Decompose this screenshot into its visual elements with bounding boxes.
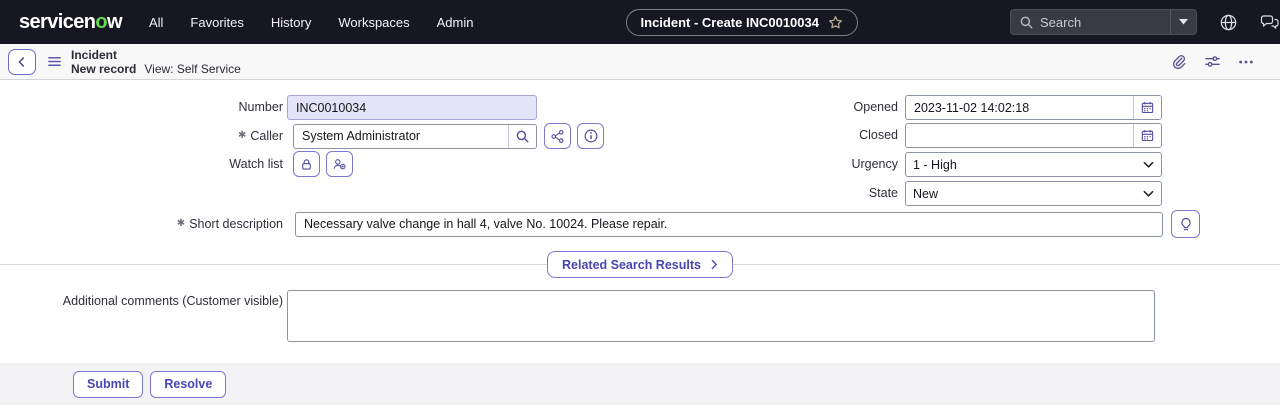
globe-icon[interactable] (1219, 13, 1238, 32)
form-context-menu-icon[interactable] (47, 54, 62, 69)
nav-item-all[interactable]: All (149, 15, 163, 30)
short-description-field[interactable] (295, 212, 1163, 237)
search-scope-dropdown[interactable] (1170, 10, 1196, 34)
nav-item-workspaces[interactable]: Workspaces (338, 15, 409, 30)
opened-field-group (905, 95, 1162, 120)
nav-item-history[interactable]: History (271, 15, 311, 30)
opened-calendar-button[interactable] (1133, 96, 1161, 119)
record-context-pill[interactable]: Incident - Create INC0010034 (626, 9, 858, 36)
closed-calendar-button[interactable] (1133, 124, 1161, 147)
nav-center: Incident - Create INC0010034 (474, 9, 1011, 36)
caller-preview-button[interactable] (577, 123, 604, 149)
number-label: Number (0, 95, 283, 120)
additional-comments-field[interactable] (287, 290, 1155, 342)
record-status: New record (71, 63, 136, 75)
view-label[interactable]: View: Self Service (144, 63, 241, 75)
form-action-bar: Submit Resolve (0, 363, 1280, 405)
lock-icon (299, 157, 314, 172)
back-chevron-icon (15, 55, 29, 69)
related-search-results-button[interactable]: Related Search Results (547, 251, 733, 278)
share-nodes-icon (550, 129, 565, 144)
short-description-label: ✱ Short description (0, 212, 283, 237)
nav-right-group (1010, 9, 1280, 35)
lightbulb-icon (1178, 216, 1194, 232)
chevron-right-icon (711, 259, 718, 270)
lookup-magnifier-icon (515, 129, 530, 144)
incident-form: Number ✱ Caller (0, 80, 1280, 363)
closed-label: Closed (640, 123, 898, 148)
form-toolbar: Incident New record View: Self Service (0, 44, 1280, 80)
attachment-paperclip-icon[interactable] (1170, 53, 1187, 70)
global-search (1010, 9, 1197, 35)
logo-text: servicen (19, 11, 95, 33)
urgency-select-wrap: 1 - High (905, 152, 1162, 177)
search-icon (1019, 15, 1034, 30)
submit-button[interactable]: Submit (73, 371, 143, 398)
watch-list-lock-button[interactable] (293, 151, 320, 177)
required-marker: ✱ (238, 131, 246, 141)
related-search-results-label: Related Search Results (562, 258, 701, 272)
urgency-label: Urgency (640, 152, 898, 177)
servicenow-logo[interactable]: servicenow (19, 11, 122, 34)
nav-item-favorites[interactable]: Favorites (190, 15, 243, 30)
more-options-icon[interactable] (1238, 54, 1254, 70)
logo-green-o: o (95, 11, 107, 33)
opened-label: Opened (640, 95, 898, 120)
caller-share-button[interactable] (544, 123, 571, 149)
required-marker: ✱ (177, 219, 185, 229)
chat-icon[interactable] (1260, 13, 1280, 31)
info-icon (583, 128, 599, 144)
add-person-icon (332, 157, 347, 172)
caller-field-group (293, 124, 537, 149)
caller-field[interactable] (294, 125, 508, 148)
favorite-star-icon[interactable] (828, 15, 843, 30)
form-toolbar-actions (1170, 53, 1280, 70)
watch-list-label: Watch list (0, 152, 283, 177)
record-type-title: Incident (71, 49, 241, 61)
state-select-wrap: New (905, 181, 1162, 206)
back-button[interactable] (8, 49, 36, 75)
caret-down-icon (1179, 19, 1188, 25)
urgency-select[interactable]: 1 - High (905, 152, 1162, 177)
record-subtitle: New record View: Self Service (71, 63, 241, 75)
record-context-label: Incident - Create INC0010034 (641, 15, 819, 30)
caller-label: ✱ Caller (0, 124, 283, 149)
nav-menu: All Favorites History Workspaces Admin (149, 15, 474, 30)
record-title-block: Incident New record View: Self Service (71, 49, 241, 75)
closed-field[interactable] (906, 124, 1133, 147)
opened-field[interactable] (906, 96, 1133, 119)
state-label: State (640, 181, 898, 206)
state-select[interactable]: New (905, 181, 1162, 206)
additional-comments-label: Additional comments (Customer visible) (0, 290, 283, 308)
nav-item-admin[interactable]: Admin (437, 15, 474, 30)
logo-text-end: w (107, 11, 122, 33)
search-input[interactable] (1040, 15, 1170, 30)
calendar-icon (1140, 128, 1155, 143)
number-field[interactable] (287, 95, 537, 120)
nav-left-group: servicenow All Favorites History Workspa… (0, 11, 474, 34)
caller-lookup-button[interactable] (508, 125, 536, 148)
personalize-sliders-icon[interactable] (1204, 53, 1221, 70)
suggestion-button[interactable] (1171, 210, 1200, 238)
closed-field-group (905, 123, 1162, 148)
resolve-button[interactable]: Resolve (150, 371, 226, 398)
calendar-icon (1140, 100, 1155, 115)
top-nav: servicenow All Favorites History Workspa… (0, 0, 1280, 44)
watch-list-add-me-button[interactable] (326, 151, 353, 177)
